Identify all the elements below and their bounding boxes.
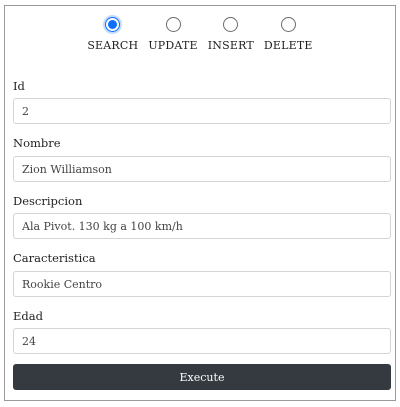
descripcion-label: Descripcion: [13, 194, 83, 208]
nombre-label: Nombre: [13, 136, 61, 150]
execute-button[interactable]: Execute: [13, 364, 391, 390]
radio-button-update[interactable]: [165, 17, 181, 32]
id-label: Id: [13, 79, 25, 93]
edad-label: Edad: [13, 309, 43, 323]
radio-button-delete[interactable]: [280, 17, 296, 32]
radio-label-delete[interactable]: DELETE: [264, 39, 313, 52]
crud-form-card: SEARCH UPDATE INSERT DELETE Id Nombre De…: [4, 5, 396, 401]
radio-option-search[interactable]: SEARCH: [87, 17, 138, 52]
caracteristica-label: Caracteristica: [13, 251, 96, 265]
edad-field[interactable]: [13, 328, 391, 354]
radio-option-delete[interactable]: DELETE: [264, 17, 313, 52]
radio-option-insert[interactable]: INSERT: [208, 17, 254, 52]
descripcion-field[interactable]: [13, 213, 391, 239]
radio-label-insert[interactable]: INSERT: [208, 39, 254, 52]
operation-radio-group: SEARCH UPDATE INSERT DELETE: [5, 17, 395, 52]
radio-label-search[interactable]: SEARCH: [87, 39, 138, 52]
caracteristica-field[interactable]: [13, 271, 391, 297]
radio-label-update[interactable]: UPDATE: [148, 39, 197, 52]
id-field[interactable]: [13, 98, 391, 124]
radio-button-insert[interactable]: [223, 17, 239, 32]
radio-button-search[interactable]: [105, 17, 121, 32]
radio-option-update[interactable]: UPDATE: [148, 17, 198, 52]
nombre-field[interactable]: [13, 156, 391, 182]
